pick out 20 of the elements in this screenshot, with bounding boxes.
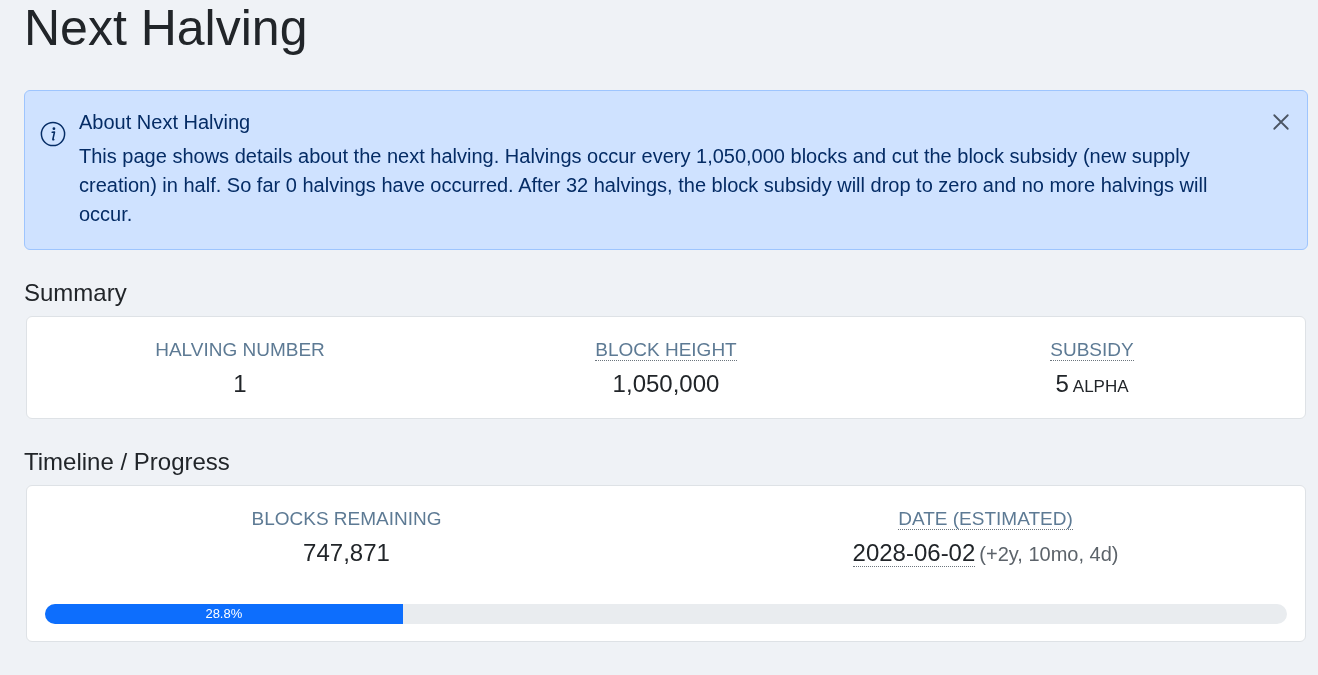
section-heading: Timeline / Progress	[24, 447, 231, 477]
stat-label: HALVING NUMBER	[155, 339, 325, 360]
progress-label: 28.8%	[205, 606, 243, 622]
alert-title: About Next Halving	[79, 110, 252, 135]
stat-note: (+2y, 10mo, 4d)	[979, 543, 1119, 565]
stat-value: 5	[1055, 370, 1069, 397]
stat-value: 1,050,000	[612, 370, 720, 397]
page-title: Next Halving	[24, 0, 309, 56]
stat-value: 747,871	[303, 539, 390, 566]
stat-label[interactable]: SUBSIDY	[1050, 339, 1134, 361]
info-icon	[40, 121, 66, 147]
stat-unit: ALPHA	[1072, 377, 1129, 396]
stat-label[interactable]: DATE (ESTIMATED)	[898, 508, 1073, 530]
stat-value: 1	[233, 370, 247, 397]
stat-label[interactable]: BLOCK HEIGHT	[595, 339, 737, 361]
section-heading: Summary	[24, 278, 128, 308]
stat-label: BLOCKS REMAINING	[251, 508, 442, 529]
close-icon[interactable]	[1272, 113, 1290, 131]
alert-text: This page shows details about the next halving. Halvings occur every 1,050,000 blocks and cut the block subsidy (new supply creation) in half. So far 0 halvings have occurred. After 32 halvings, the block subsidy will drop to zero and no more halvings will occur.	[79, 144, 1209, 227]
stat-value[interactable]: 2028-06-02	[852, 539, 976, 567]
